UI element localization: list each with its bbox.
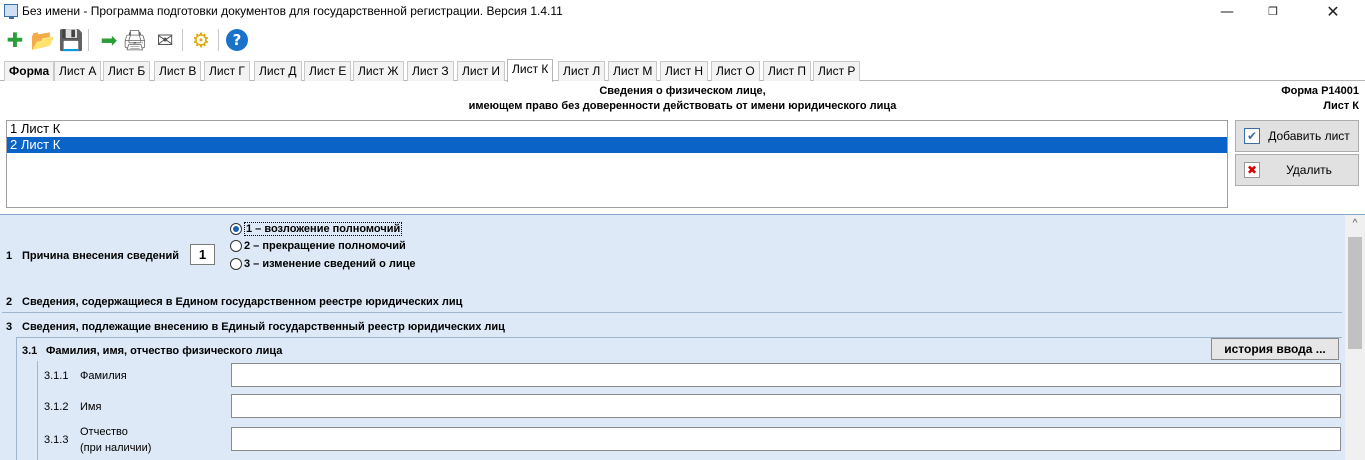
radio-option-3[interactable]: 3 – изменение сведений о лице xyxy=(230,258,415,270)
scroll-thumb[interactable] xyxy=(1348,237,1362,349)
mail-icon[interactable]: ✉ xyxy=(152,27,178,53)
radio-icon xyxy=(230,240,242,252)
tree-line xyxy=(16,337,17,460)
vertical-scrollbar[interactable]: ^ xyxy=(1345,215,1365,460)
first-name-field[interactable] xyxy=(231,394,1341,418)
reason-code-field[interactable]: 1 xyxy=(190,244,215,265)
divider xyxy=(2,312,1342,313)
tab-list-k[interactable]: Лист К xyxy=(507,59,554,82)
delete-x-icon: ✖ xyxy=(1244,162,1260,178)
tab-list-g[interactable]: Лист Г xyxy=(204,61,250,81)
settings-icon[interactable]: ⚙ xyxy=(188,27,214,53)
tab-list-r[interactable]: Лист Р xyxy=(813,61,861,81)
delete-label: Удалить xyxy=(1286,163,1332,177)
middle-name-field[interactable] xyxy=(231,427,1341,451)
add-sheet-button[interactable]: ✔ Добавить лист xyxy=(1235,120,1359,152)
delete-button[interactable]: ✖ Удалить xyxy=(1235,154,1359,186)
tab-list-b[interactable]: Лист Б xyxy=(103,61,151,81)
field-3-1-2-number: 3.1.2 xyxy=(44,401,69,413)
tab-list-e[interactable]: Лист Е xyxy=(304,61,352,81)
add-sheet-label: Добавить лист xyxy=(1268,129,1350,143)
section-1-number: 1 xyxy=(6,250,13,262)
help-icon[interactable]: ? xyxy=(224,27,250,53)
checkmark-icon: ✔ xyxy=(1244,128,1260,144)
sheet-code: Лист К xyxy=(1323,100,1359,112)
field-3-1-3-sublabel: (при наличии) xyxy=(80,442,152,454)
radio-option-1[interactable]: 1 – возложение полномочий xyxy=(230,222,403,236)
field-3-1-1-label: Фамилия xyxy=(80,370,127,382)
tab-list-zh[interactable]: Лист Ж xyxy=(353,61,404,81)
title-bar: Без имени - Программа подготовки докумен… xyxy=(0,0,1365,24)
divider xyxy=(16,337,1342,338)
sheet-tabs: Форма Лист А Лист Б Лист В Лист Г Лист Д… xyxy=(0,59,1365,82)
form-code: Форма Р14001 xyxy=(1281,85,1359,97)
app-icon xyxy=(4,4,18,19)
tab-list-i[interactable]: Лист И xyxy=(457,61,506,81)
toolbar-separator xyxy=(88,29,89,51)
field-3-1-1-number: 3.1.1 xyxy=(44,370,69,382)
tab-list-p[interactable]: Лист П xyxy=(763,61,812,81)
sheet-list[interactable]: 1 Лист К 2 Лист К xyxy=(6,120,1228,208)
maximize-button[interactable]: ❐ xyxy=(1250,0,1296,24)
field-3-1-3-number: 3.1.3 xyxy=(44,434,69,446)
toolbar-separator xyxy=(182,29,183,51)
tab-list-v[interactable]: Лист В xyxy=(154,61,202,81)
minimize-button[interactable]: — xyxy=(1204,0,1250,24)
toolbar: ✚ 📂 💾 ➡ 🖨 ✉ ⚙ ? xyxy=(0,24,1365,58)
tab-list-z[interactable]: Лист З xyxy=(407,61,454,81)
section-3-number: 3 xyxy=(6,321,13,333)
section-3-1-label: Фамилия, имя, отчество физического лица xyxy=(46,345,283,357)
print-icon[interactable]: 🖨 xyxy=(122,27,148,53)
new-document-icon[interactable]: ✚ xyxy=(2,27,28,53)
window-title: Без имени - Программа подготовки докумен… xyxy=(22,4,563,18)
tab-list-n[interactable]: Лист Н xyxy=(660,61,709,81)
page-title-line2: имеющем право без доверенности действова… xyxy=(468,100,897,112)
last-name-field[interactable] xyxy=(231,363,1341,387)
export-icon[interactable]: ➡ xyxy=(96,27,122,53)
sheet-header-panel: Сведения о физическом лице, имеющем прав… xyxy=(0,82,1365,214)
section-2-label: Сведения, содержащиеся в Едином государс… xyxy=(22,296,463,308)
tree-line xyxy=(37,361,38,460)
save-icon[interactable]: 💾 xyxy=(58,27,84,53)
section-1-label: Причина внесения сведений xyxy=(22,250,179,262)
toolbar-separator xyxy=(218,29,219,51)
sheet-list-item-selected[interactable]: 2 Лист К xyxy=(7,137,1227,153)
scroll-up-icon[interactable]: ^ xyxy=(1345,217,1365,231)
field-3-1-2-label: Имя xyxy=(80,401,102,413)
section-3-1-number: 3.1 xyxy=(22,345,38,357)
radio-selected-icon xyxy=(230,223,242,235)
close-button[interactable]: ✕ xyxy=(1310,0,1356,24)
open-folder-icon[interactable]: 📂 xyxy=(30,27,56,53)
tab-list-l[interactable]: Лист Л xyxy=(558,61,606,81)
tab-forma[interactable]: Форма xyxy=(4,61,55,81)
sheet-list-item[interactable]: 1 Лист К xyxy=(7,121,1227,137)
tab-list-a[interactable]: Лист А xyxy=(54,61,102,81)
section-2-number: 2 xyxy=(6,296,13,308)
radio-option-2[interactable]: 2 – прекращение полномочий xyxy=(230,240,406,252)
page-title-line1: Сведения о физическом лице, xyxy=(599,85,766,97)
tab-list-d[interactable]: Лист Д xyxy=(254,61,302,81)
radio-icon xyxy=(230,258,242,270)
tab-list-o[interactable]: Лист О xyxy=(711,61,760,81)
tab-list-m[interactable]: Лист М xyxy=(608,61,658,81)
field-3-1-3-label: Отчество xyxy=(80,426,128,438)
history-button[interactable]: история ввода ... xyxy=(1211,338,1339,360)
section-3-label: Сведения, подлежащие внесению в Единый г… xyxy=(22,321,505,333)
form-area: 1 Причина внесения сведений 1 1 – возлож… xyxy=(0,214,1365,460)
